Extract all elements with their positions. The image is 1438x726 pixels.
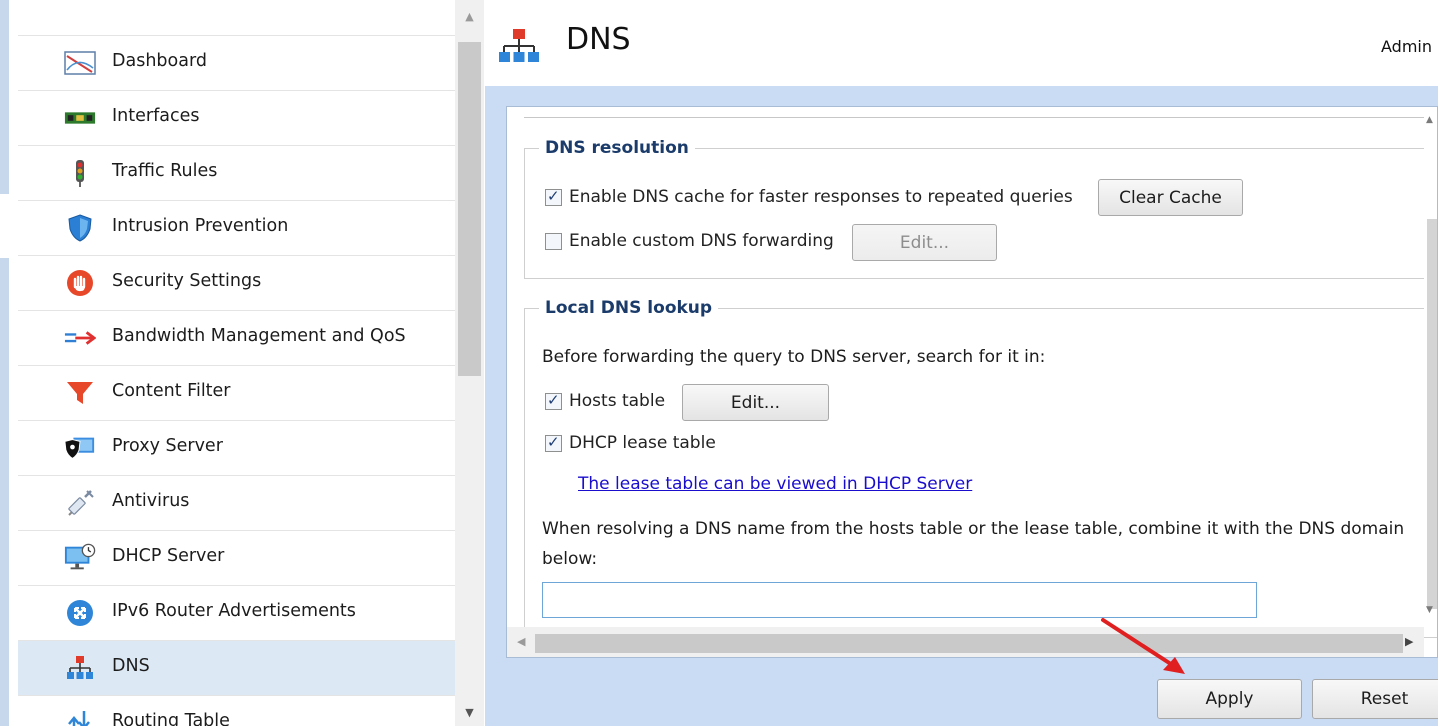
dashboard-icon	[64, 49, 96, 77]
local-dns-lookup-group: Local DNS lookup Before forwarding the q…	[524, 298, 1437, 638]
shield-icon	[64, 214, 96, 242]
clear-cache-button[interactable]: Clear Cache	[1098, 179, 1243, 216]
dns-forwarding-label: Enable custom DNS forwarding	[569, 231, 834, 251]
hosts-table-label: Hosts table	[569, 391, 666, 411]
sidebar-item-dashboard[interactable]: Dashboard	[18, 35, 455, 90]
sidebar-item-label: Intrusion Prevention	[112, 216, 289, 236]
sidebar-item-ipv6-router-advertisements[interactable]: IPv6 Router Advertisements	[18, 585, 455, 640]
dns-forwarding-option[interactable]: Enable custom DNS forwarding	[545, 231, 834, 251]
ipv6-router-icon	[64, 599, 96, 627]
dns-forwarding-checkbox[interactable]	[545, 232, 562, 250]
sidebar-scrollbar[interactable]: ▲ ▼	[455, 0, 484, 726]
dns-cache-checkbox[interactable]	[545, 187, 562, 206]
settings-panel: DNS resolution Enable DNS cache for fast…	[506, 106, 1438, 658]
main-pane: DNS Admin DNS resolution Enable DNS cach…	[485, 0, 1438, 726]
sidebar-item-label: Routing Table	[112, 711, 230, 726]
dhcp-lease-checkbox[interactable]	[545, 433, 562, 452]
hosts-table-option[interactable]: Hosts table	[545, 391, 665, 411]
forwarding-edit-button[interactable]: Edit...	[852, 224, 997, 261]
sidebar-item-dns[interactable]: DNS	[18, 640, 455, 695]
panel-horizontal-thumb[interactable]	[535, 634, 1403, 653]
sidebar: Dashboard Interfaces Traffic Rules Intru…	[0, 0, 484, 726]
sidebar-item-traffic-rules[interactable]: Traffic Rules	[18, 145, 455, 200]
sidebar-item-label: Antivirus	[112, 491, 190, 511]
lookup-intro-text: Before forwarding the query to DNS serve…	[542, 347, 1046, 367]
dns-resolution-group: DNS resolution Enable DNS cache for fast…	[524, 138, 1437, 279]
sidebar-item-interfaces[interactable]: Interfaces	[18, 90, 455, 145]
network-card-icon	[64, 104, 96, 132]
sidebar-item-routing-table[interactable]: Routing Table	[18, 695, 455, 726]
combine-domain-text-2: below:	[542, 549, 598, 569]
sidebar-nav: Dashboard Interfaces Traffic Rules Intru…	[18, 35, 455, 726]
scroll-left-arrow-icon[interactable]: ◀	[517, 635, 525, 648]
dhcp-lease-label: DHCP lease table	[569, 433, 716, 453]
hosts-table-checkbox[interactable]	[545, 391, 562, 410]
sidebar-item-label: DNS	[112, 656, 150, 676]
panel-horizontal-scrollbar[interactable]: ◀ ▶	[507, 627, 1424, 657]
panel-vertical-scrollbar[interactable]: ▲ ▼	[1424, 107, 1437, 627]
page-title: DNS	[566, 22, 631, 57]
traffic-light-icon	[64, 159, 96, 187]
reset-button[interactable]: Reset	[1312, 679, 1438, 719]
sidebar-item-label: IPv6 Router Advertisements	[112, 601, 356, 621]
sidebar-item-label: Proxy Server	[112, 436, 223, 456]
sidebar-item-security-settings[interactable]: Security Settings	[18, 255, 455, 310]
dns-network-icon	[499, 26, 539, 66]
sidebar-item-label: Interfaces	[112, 106, 200, 126]
sidebar-accent-strip	[0, 0, 9, 726]
sidebar-item-dhcp-server[interactable]: DHCP Server	[18, 530, 455, 585]
sidebar-item-label: Bandwidth Management and QoS	[112, 326, 406, 346]
scroll-down-arrow-icon[interactable]: ▼	[1426, 605, 1433, 615]
scroll-up-arrow-icon[interactable]: ▲	[455, 10, 484, 30]
sidebar-item-label: Content Filter	[112, 381, 231, 401]
sidebar-item-label: Dashboard	[112, 51, 207, 71]
combine-domain-text: When resolving a DNS name from the hosts…	[542, 519, 1405, 539]
routing-icon	[64, 709, 96, 726]
sidebar-item-bandwidth-management[interactable]: Bandwidth Management and QoS	[18, 310, 455, 365]
panel-vertical-thumb[interactable]	[1427, 219, 1437, 609]
annotation-arrow-icon	[1101, 618, 1185, 674]
funnel-icon	[64, 379, 96, 407]
hosts-edit-button[interactable]: Edit...	[682, 384, 829, 421]
dns-cache-option[interactable]: Enable DNS cache for faster responses to…	[545, 187, 1073, 207]
scroll-down-arrow-icon[interactable]: ▼	[455, 706, 484, 726]
dns-cache-label: Enable DNS cache for faster responses to…	[569, 187, 1073, 207]
dns-network-icon	[64, 654, 96, 682]
scroll-up-arrow-icon[interactable]: ▲	[1426, 115, 1433, 125]
sidebar-item-content-filter[interactable]: Content Filter	[18, 365, 455, 420]
sidebar-item-label: Traffic Rules	[112, 161, 218, 181]
stop-hand-icon	[64, 269, 96, 297]
apply-button[interactable]: Apply	[1157, 679, 1302, 719]
lease-table-link[interactable]: The lease table can be viewed in DHCP Se…	[578, 474, 972, 494]
proxy-icon	[64, 434, 96, 462]
sidebar-item-label: DHCP Server	[112, 546, 225, 566]
sidebar-item-label: Security Settings	[112, 271, 262, 291]
group-legend: DNS resolution	[539, 138, 695, 158]
dhcp-monitor-icon	[64, 543, 96, 572]
sidebar-item-proxy-server[interactable]: Proxy Server	[18, 420, 455, 475]
dhcp-lease-option[interactable]: DHCP lease table	[545, 433, 716, 453]
syringe-icon	[64, 489, 96, 517]
sidebar-item-intrusion-prevention[interactable]: Intrusion Prevention	[18, 200, 455, 255]
bandwidth-arrow-icon	[64, 324, 96, 352]
group-legend: Local DNS lookup	[539, 298, 719, 318]
user-menu[interactable]: Admin	[1381, 37, 1432, 56]
page-header: DNS Admin	[485, 0, 1438, 86]
sidebar-scroll-thumb[interactable]	[458, 42, 481, 376]
sidebar-item-antivirus[interactable]: Antivirus	[18, 475, 455, 530]
scroll-right-arrow-icon[interactable]: ▶	[1405, 635, 1413, 648]
